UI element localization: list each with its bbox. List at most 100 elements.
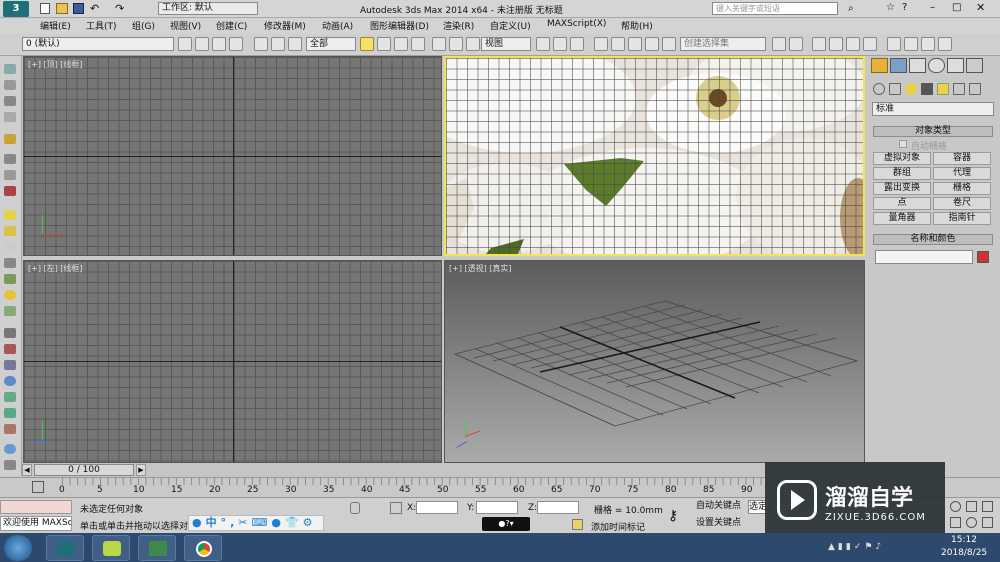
left-tool-24-icon[interactable] [4,460,16,470]
left-tool-9-icon[interactable] [4,210,16,220]
menu-group[interactable]: 组(G) [132,19,155,32]
add-time-tag-icon[interactable] [572,519,583,530]
left-tool-22-icon[interactable] [4,424,16,434]
help-icon[interactable]: ? [902,2,907,13]
menu-maxscript[interactable]: MAXScript(X) [547,19,606,29]
crowd-button[interactable]: 群组 [873,167,931,180]
point-button[interactable]: 点 [873,197,931,210]
ref-coord-dropdown[interactable]: 视图 [481,37,531,51]
left-tool-10-icon[interactable] [4,226,16,236]
left-tool-8-icon[interactable] [4,186,16,196]
window-crossing-icon[interactable] [411,37,425,51]
pan-icon[interactable] [950,517,961,528]
maximize-viewport-icon[interactable] [982,517,993,528]
viewport-top[interactable]: [+] [顶] [线框] [23,56,442,256]
modify-tab-icon[interactable] [890,58,907,73]
link-icon[interactable] [254,37,268,51]
track-ruler[interactable]: 0 5 10 15 20 25 30 35 40 45 50 55 60 65 … [59,478,765,497]
left-tool-3-icon[interactable] [4,96,16,106]
absolute-mode-icon[interactable] [390,502,402,514]
tray-icons[interactable]: ▲▮▮✓⚑♪ [828,542,928,554]
select-object-icon[interactable] [360,37,374,51]
mirror-icon[interactable] [772,37,786,51]
align-icon[interactable] [789,37,803,51]
orbit-icon[interactable] [966,517,977,528]
taskbar-3dsmax[interactable] [46,535,84,561]
time-slider-thumb[interactable]: 0 / 100 [34,464,134,476]
menu-rendering[interactable]: 渲染(R) [443,19,474,32]
redo-icon[interactable]: ↷ [115,2,124,15]
start-button[interactable] [4,535,32,561]
object-color-swatch[interactable] [977,251,989,263]
selection-filter-dropdown[interactable]: 全部 [306,37,356,51]
geometry-category-icon[interactable] [873,83,885,95]
open-file-icon[interactable] [56,3,68,14]
star-icon[interactable]: ☆ [886,2,895,13]
rotate-icon[interactable] [449,37,463,51]
taskbar-app-green[interactable] [92,535,130,561]
menu-edit[interactable]: 编辑(E) [40,19,71,32]
compass-button[interactable]: 指南针 [933,212,991,225]
select-layer-icon[interactable] [212,37,226,51]
minimize-button[interactable]: – [930,2,942,13]
display-tab-icon[interactable] [947,58,964,73]
maxscript-listener-pink[interactable] [0,500,72,514]
viewport-label[interactable]: [+] [透视] [真实] [449,263,512,274]
cameras-category-icon[interactable] [921,83,933,95]
scale-icon[interactable] [466,37,480,51]
tape-button[interactable]: 卷尺 [933,197,991,210]
zoom-all-icon[interactable] [966,501,977,512]
protractor-button[interactable]: 量角器 [873,212,931,225]
clock-date[interactable]: 2018/8/25 [941,548,987,558]
layer-explorer-icon[interactable] [812,37,826,51]
close-button[interactable]: ✕ [976,1,992,14]
delegate-button[interactable]: 代理 [933,167,991,180]
ime-toolbar[interactable]: ●中°,✂⌨●👕⚙ [188,515,324,531]
taskbar-chrome[interactable] [184,535,222,561]
name-color-rollout-header[interactable]: 名称和颜色 [873,234,993,245]
schematic-view-icon[interactable] [863,37,877,51]
search-input[interactable]: 键入关键字或短语 [712,2,838,15]
menu-tools[interactable]: 工具(T) [86,19,117,32]
unlink-icon[interactable] [271,37,285,51]
left-tool-1-icon[interactable] [4,64,16,74]
keyboard-shortcut-icon[interactable] [570,37,584,51]
left-tool-19-icon[interactable] [4,376,16,386]
edit-named-selection-icon[interactable] [662,37,676,51]
left-tool-12-icon[interactable] [4,258,16,268]
named-selection-dropdown[interactable]: 创建选择集 [680,37,766,51]
y-coordinate-field[interactable] [476,501,518,514]
bind-spacewarp-icon[interactable] [288,37,302,51]
left-tool-15-icon[interactable] [4,306,16,316]
shapes-category-icon[interactable] [889,83,901,95]
left-tool-20-icon[interactable] [4,392,16,402]
rect-selection-icon[interactable] [394,37,408,51]
new-file-icon[interactable] [40,3,50,14]
utilities-tab-icon[interactable] [966,58,983,73]
create-tab-icon[interactable] [871,58,888,73]
spinner-snap-icon[interactable] [645,37,659,51]
menu-modifiers[interactable]: 修改器(M) [264,19,306,32]
menu-create[interactable]: 创建(C) [216,19,247,32]
grid-button[interactable]: 栅格 [933,182,991,195]
set-current-layer-icon[interactable] [229,37,243,51]
left-tool-23-icon[interactable] [4,444,16,454]
sun-icon[interactable] [4,290,16,300]
binoculars-icon[interactable]: ⌕ [848,3,854,14]
left-tool-7-icon[interactable] [4,170,16,180]
save-icon[interactable] [73,3,84,14]
select-by-name-icon[interactable] [377,37,391,51]
viewport-front-active[interactable] [444,56,865,256]
object-name-field[interactable] [875,250,973,264]
subcategory-dropdown[interactable]: 标准 [872,102,994,116]
left-tool-21-icon[interactable] [4,408,16,418]
z-coordinate-field[interactable] [537,501,579,514]
left-tool-6-icon[interactable] [4,154,16,164]
left-tool-2-icon[interactable] [4,80,16,90]
auto-key-button[interactable]: 自动关键点 [696,500,746,514]
render-setup-icon[interactable] [904,37,918,51]
viewport-perspective[interactable]: [+] [透视] [真实] [444,260,865,463]
expose-transform-button[interactable]: 露出变换 [873,182,931,195]
left-tool-4-icon[interactable] [4,112,16,122]
maximize-button[interactable]: □ [952,2,964,13]
